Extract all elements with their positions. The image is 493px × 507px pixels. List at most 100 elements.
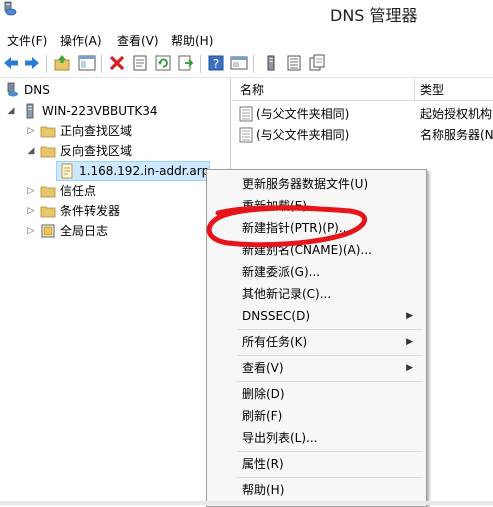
list-row[interactable]: (与父文件夹相同) 起始授权机构 — [232, 103, 493, 125]
menu-item-label: 属性(R) — [242, 457, 284, 471]
list-icon[interactable] — [285, 54, 303, 72]
tree-item-forward-zones[interactable]: ▷ 正向查找区域 — [0, 121, 230, 141]
column-divider[interactable] — [414, 78, 415, 100]
refresh-icon[interactable] — [154, 54, 172, 72]
zone-file-icon — [59, 163, 75, 179]
cell-type: 名称服务器(N — [420, 128, 493, 142]
tree-label: 反向查找区域 — [60, 144, 133, 158]
svg-text:?: ? — [213, 57, 219, 71]
menu-item-label: DNSSEC(D) — [242, 309, 311, 323]
tree-item-reverse-zone-selected[interactable]: 1.168.192.in-addr.arpa — [56, 161, 210, 181]
menu-view[interactable]: 查看(V) ▶ — [208, 357, 425, 379]
menu-all-tasks[interactable]: 所有任务(K) ▶ — [208, 331, 425, 353]
record-icon — [238, 127, 254, 143]
tree-label: DNS — [24, 83, 50, 97]
menu-item-label: 更新服务器数据文件(U) — [242, 177, 369, 191]
menu-file[interactable]: 文件(F) — [4, 31, 50, 50]
title-bar: DNS 管理器 — [0, 0, 493, 30]
cell-name: (与父文件夹相同) — [256, 107, 350, 121]
menu-other-new-records[interactable]: 其他新记录(C)... — [208, 283, 425, 305]
folder-icon — [40, 143, 56, 159]
delete-icon[interactable] — [108, 54, 126, 72]
toolbar-separator — [101, 55, 102, 73]
properties-icon[interactable] — [131, 54, 149, 72]
menu-separator — [237, 477, 423, 478]
menu-view[interactable]: 查看(V) — [114, 31, 162, 50]
menu-dnssec[interactable]: DNSSEC(D) ▶ — [208, 305, 425, 327]
menu-item-label: 刷新(F) — [242, 409, 283, 423]
menu-item-label: 新建指针(PTR)(P)... — [242, 221, 351, 235]
context-menu: 更新服务器数据文件(U) 重新加载(E) 新建指针(PTR)(P)... 新建别… — [206, 169, 427, 507]
forward-icon[interactable] — [23, 54, 41, 72]
menu-new-alias[interactable]: 新建别名(CNAME)(A)... — [208, 239, 425, 261]
menu-separator — [237, 381, 423, 382]
submenu-arrow-icon: ▶ — [406, 311, 413, 321]
menu-delete[interactable]: 删除(D) — [208, 383, 425, 405]
help-icon[interactable]: ? — [207, 54, 225, 72]
menu-help[interactable]: 帮助(H) — [168, 31, 216, 50]
menu-separator — [237, 451, 423, 452]
tree-label: 信任点 — [60, 184, 97, 198]
column-header-name[interactable]: 名称 — [240, 81, 264, 98]
menu-update-server-data[interactable]: 更新服务器数据文件(U) — [208, 173, 425, 195]
back-icon[interactable] — [2, 54, 20, 72]
submenu-arrow-icon: ▶ — [406, 337, 413, 347]
expand-arrow-icon[interactable]: ▷ — [26, 121, 36, 141]
toolbar: ? — [0, 51, 493, 78]
menu-item-label: 帮助(H) — [242, 483, 285, 497]
export-icon[interactable] — [177, 54, 195, 72]
menu-refresh[interactable]: 刷新(F) — [208, 405, 425, 427]
server-icon[interactable] — [262, 54, 280, 72]
tree-item-dns[interactable]: DNS — [0, 80, 230, 100]
console-icon[interactable] — [230, 54, 248, 72]
tree-item-global-logs[interactable]: ▷ 全局日志 — [0, 221, 230, 241]
menu-item-label: 新建别名(CNAME)(A)... — [242, 243, 372, 257]
tree-label: 正向查找区域 — [60, 124, 133, 138]
menu-new-delegation[interactable]: 新建委派(G)... — [208, 261, 425, 283]
dns-app-icon — [2, 1, 18, 17]
menu-new-ptr[interactable]: 新建指针(PTR)(P)... — [208, 217, 425, 239]
menu-item-label: 查看(V) — [242, 361, 284, 375]
menu-item-label: 重新加载(E) — [242, 199, 307, 213]
submenu-arrow-icon: ▶ — [406, 363, 413, 373]
cell-type: 起始授权机构 — [420, 107, 493, 121]
window-title: DNS 管理器 — [330, 6, 418, 25]
folder-icon — [40, 123, 56, 139]
folder-icon — [40, 203, 56, 219]
tree-item-trust-points[interactable]: ▷ 信任点 — [0, 181, 230, 201]
tree-label: 条件转发器 — [60, 204, 121, 218]
cell-name: (与父文件夹相同) — [256, 128, 350, 142]
collapse-arrow-icon[interactable]: ◢ — [6, 101, 16, 121]
tree-item-conditional-forwarders[interactable]: ▷ 条件转发器 — [0, 201, 230, 221]
collapse-arrow-icon[interactable]: ◢ — [26, 141, 36, 161]
expand-arrow-icon[interactable]: ▷ — [26, 181, 36, 201]
menu-properties[interactable]: 属性(R) — [208, 453, 425, 475]
menu-item-label: 新建委派(G)... — [242, 265, 321, 279]
horizontal-scrollbar[interactable] — [0, 501, 493, 505]
menu-item-label: 所有任务(K) — [242, 335, 308, 349]
menu-export-list[interactable]: 导出列表(L)... — [208, 427, 425, 449]
tree-label: 全局日志 — [60, 224, 109, 238]
menu-bar: 文件(F) 操作(A) 查看(V) 帮助(H) — [0, 30, 493, 50]
expand-arrow-icon[interactable]: ▷ — [26, 221, 36, 241]
tree-item-reverse-zones[interactable]: ◢ 反向查找区域 — [0, 141, 230, 161]
server-icon — [22, 103, 38, 119]
menu-reload[interactable]: 重新加载(E) — [208, 195, 425, 217]
menu-item-label: 其他新记录(C)... — [242, 287, 332, 301]
show-tree-icon[interactable] — [78, 54, 96, 72]
folder-icon — [40, 183, 56, 199]
tree-item-server[interactable]: ◢ WIN-223VBBUTK34 — [0, 101, 230, 121]
column-header-type[interactable]: 类型 — [420, 81, 444, 98]
up-folder-icon[interactable] — [53, 54, 71, 72]
menu-action[interactable]: 操作(A) — [57, 31, 105, 50]
tree-label: WIN-223VBBUTK34 — [42, 104, 158, 118]
menu-separator — [237, 329, 423, 330]
tree-label: 1.168.192.in-addr.arpa — [79, 164, 209, 178]
expand-arrow-icon[interactable]: ▷ — [26, 201, 36, 221]
list-row[interactable]: (与父文件夹相同) 名称服务器(N — [232, 124, 493, 146]
menu-item-label: 删除(D) — [242, 387, 285, 401]
menu-help[interactable]: 帮助(H) — [208, 479, 425, 501]
copy-icon[interactable] — [308, 54, 326, 72]
log-icon — [40, 223, 56, 239]
menu-separator — [237, 355, 423, 356]
